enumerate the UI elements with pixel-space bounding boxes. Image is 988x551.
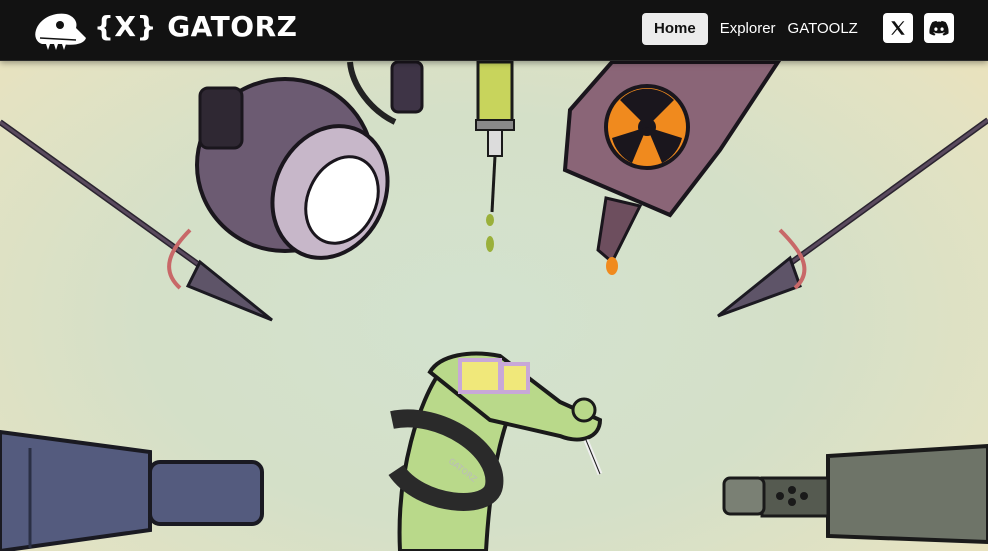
site-logo[interactable] <box>32 8 88 52</box>
hero-scene: GATORZ <box>0 60 988 551</box>
right-spear <box>717 117 988 318</box>
gator-character: GATORZ <box>388 351 603 551</box>
goggles <box>458 358 502 394</box>
radioactive-container <box>562 60 782 275</box>
left-barrel <box>0 429 264 551</box>
spotlight <box>195 60 424 260</box>
discord-icon <box>929 20 949 36</box>
right-barrel <box>722 443 988 545</box>
syringe <box>475 60 515 252</box>
main-nav: Home Explorer GATOOLZ <box>642 13 858 45</box>
x-twitter-icon <box>891 21 905 35</box>
nav-home[interactable]: Home <box>642 13 708 45</box>
top-navbar: {X} GATORZ Home Explorer GATOOLZ <box>0 0 988 61</box>
x-twitter-button[interactable] <box>883 13 913 43</box>
gator-skull-icon <box>35 13 86 50</box>
nav-gatoolz[interactable]: GATOOLZ <box>776 13 858 45</box>
brand-name[interactable]: {X} GATORZ <box>94 10 297 43</box>
discord-button[interactable] <box>924 13 954 43</box>
hero-illustration: GATORZ <box>0 0 988 551</box>
nav-explorer[interactable]: Explorer <box>708 13 776 45</box>
